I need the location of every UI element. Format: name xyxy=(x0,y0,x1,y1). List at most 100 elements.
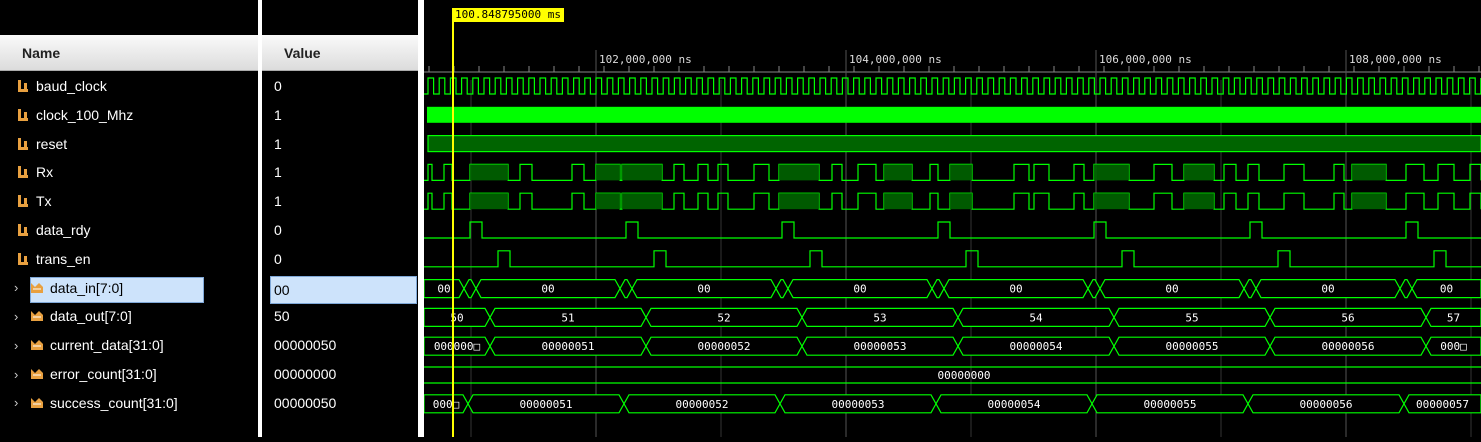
data-out-bus-label: 54 xyxy=(1029,311,1043,324)
signal-name: current_data[31:0] xyxy=(50,337,164,354)
ruler-tick-label: 102,000,000 ns xyxy=(599,53,692,66)
signal-value: 00 xyxy=(270,275,417,304)
success-count-bus-label: 00000052 xyxy=(676,398,729,411)
signal-value: 00000000 xyxy=(274,366,337,382)
signal-row[interactable]: › current_data[31:0] xyxy=(0,331,258,359)
signal-row[interactable]: baud_clock xyxy=(0,72,258,100)
signal-name: data_rdy xyxy=(36,222,91,238)
bus-signal-icon xyxy=(30,338,44,352)
tx-wave-fill xyxy=(1094,193,1129,210)
bus-signal-icon xyxy=(30,367,44,381)
bit-signal-icon xyxy=(16,194,30,208)
name-header-label: Name xyxy=(22,44,61,61)
signal-value: 00000050 xyxy=(274,394,337,411)
ruler-tick-label: 104,000,000 ns xyxy=(849,53,942,66)
tx-wave-fill xyxy=(622,193,662,210)
value-header-label: Value xyxy=(284,44,321,61)
success-count-bus-label: 00000055 xyxy=(1144,398,1197,411)
rx-wave-fill xyxy=(884,164,912,181)
value-column-header[interactable]: Value xyxy=(262,35,418,71)
signal-value: 1 xyxy=(274,135,282,152)
tx-wave-fill xyxy=(596,193,620,210)
current-data-bus-label: 00000054 xyxy=(1010,340,1063,353)
cursor-time-label[interactable]: 100.848795000 ms xyxy=(452,8,564,22)
signal-name: success_count[31:0] xyxy=(50,394,178,411)
tx-wave-fill xyxy=(950,193,972,210)
success-count-bus-label: 000□ xyxy=(433,398,460,411)
waveform-canvas[interactable]: 102,000,000 ns 104,000,000 ns 106,000,000 … xyxy=(423,0,1481,437)
expand-chevron-icon[interactable]: › xyxy=(14,309,28,324)
bit-signal-icon xyxy=(16,137,30,151)
data-in-bus-segment xyxy=(931,279,945,299)
signal-row[interactable]: trans_en xyxy=(0,245,258,273)
data-in-bus-label: 00 xyxy=(697,283,710,296)
data-out-bus-label: 51 xyxy=(561,311,574,324)
bus-signal-icon xyxy=(30,309,44,323)
data-in-bus-label: 00 xyxy=(541,283,554,296)
success-count-bus-label: 00000051 xyxy=(520,398,573,411)
rx-wave-fill xyxy=(622,164,662,181)
signal-value: 1 xyxy=(274,193,282,210)
data-in-bus-label: 00 xyxy=(1009,283,1022,296)
name-column-header[interactable]: Name xyxy=(0,35,258,71)
signal-row[interactable]: › error_count[31:0] xyxy=(0,360,258,388)
waveform-pane[interactable]: 102,000,000 ns 104,000,000 ns 106,000,000 … xyxy=(423,0,1481,437)
signal-name: clock_100_Mhz xyxy=(36,106,134,123)
rx-wave-fill xyxy=(779,164,819,181)
data-in-bus-segment xyxy=(463,279,477,299)
bit-signal-icon xyxy=(16,223,30,237)
data-in-bus-segment xyxy=(1399,279,1413,299)
rx-wave-fill xyxy=(1184,164,1214,181)
error-count-bus-label: 00000000 xyxy=(938,369,991,382)
data-in-bus-segment xyxy=(1243,279,1257,299)
signal-name: error_count[31:0] xyxy=(50,366,157,382)
signal-row[interactable]: data_rdy xyxy=(0,216,258,244)
signal-value: 1 xyxy=(274,106,282,123)
signal-row[interactable]: › data_out[7:0] xyxy=(0,302,258,330)
data-in-bus-label: 00 xyxy=(1321,283,1334,296)
rx-wave-fill xyxy=(1094,164,1129,181)
signal-row[interactable]: Rx xyxy=(0,158,258,186)
signal-row[interactable]: Tx xyxy=(0,187,258,215)
success-count-bus-label: 00000056 xyxy=(1300,398,1353,411)
signal-name: trans_en xyxy=(36,250,91,267)
tx-wave-fill xyxy=(1352,193,1386,210)
signal-row[interactable]: clock_100_Mhz xyxy=(0,101,258,129)
data-in-bus-label: 00 xyxy=(437,283,450,296)
expand-chevron-icon[interactable]: › xyxy=(14,367,28,382)
expand-chevron-icon[interactable]: › xyxy=(14,338,28,353)
current-data-bus-label: 00000053 xyxy=(854,340,907,353)
signal-name: Tx xyxy=(36,193,52,210)
bit-signal-icon xyxy=(16,252,30,266)
expand-chevron-icon[interactable]: › xyxy=(14,280,28,295)
data-in-bus-segment xyxy=(619,279,633,299)
tx-wave-fill xyxy=(1184,193,1214,210)
signal-name: Rx xyxy=(36,164,54,181)
signal-name: baud_clock xyxy=(36,78,107,94)
data-in-bus-label: 00 xyxy=(1440,283,1453,296)
success-count-bus-label: 00000054 xyxy=(988,398,1041,411)
ruler-tick-label: 108,000,000 ns xyxy=(1349,53,1442,66)
signal-value: 00000050 xyxy=(274,337,337,354)
current-data-bus-label: 00000052 xyxy=(698,340,751,353)
current-data-bus-label: 00000051 xyxy=(542,340,595,353)
signal-row[interactable]: reset xyxy=(0,130,258,158)
signal-name: data_out[7:0] xyxy=(50,308,132,325)
signal-row[interactable]: › data_in[7:0] xyxy=(0,274,258,303)
success-count-bus-label: 00000053 xyxy=(832,398,885,411)
rx-wave-fill xyxy=(470,164,508,181)
data-out-bus-label: 53 xyxy=(873,311,886,324)
signal-row[interactable]: › success_count[31:0] xyxy=(0,389,258,417)
expand-chevron-icon[interactable]: › xyxy=(14,395,28,410)
data-in-bus-segment xyxy=(1087,279,1101,299)
signal-value: 50 xyxy=(274,308,290,325)
signal-value: 1 xyxy=(274,164,282,181)
data-out-bus-label: 52 xyxy=(717,311,730,324)
data-out-bus-label: 56 xyxy=(1341,311,1354,324)
rx-wave-fill xyxy=(950,164,972,181)
data-in-bus-label: 00 xyxy=(853,283,866,296)
bit-signal-icon xyxy=(16,165,30,179)
signal-value: 0 xyxy=(274,222,282,238)
bus-signal-icon xyxy=(30,281,44,295)
rx-wave-fill xyxy=(596,164,620,181)
